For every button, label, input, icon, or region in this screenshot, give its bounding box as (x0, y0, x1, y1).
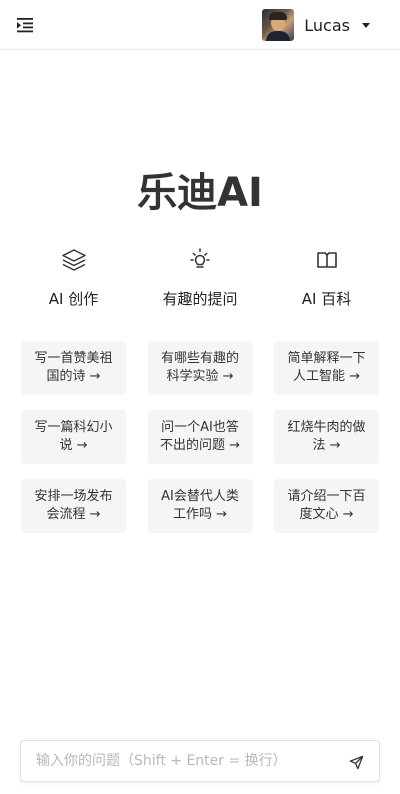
prompt-card[interactable]: 请介绍一下百度文心 → (274, 479, 379, 533)
prompt-card[interactable]: 安排一场发布会流程 → (21, 479, 126, 533)
column-ai-encyclopedia: AI 百科 简单解释一下人工智能 → 红烧牛肉的做法 → 请介绍一下百度文心 → (274, 246, 379, 548)
bulb-icon (186, 246, 214, 274)
prompt-card[interactable]: 红烧牛肉的做法 → (274, 410, 379, 464)
column-fun-questions: 有趣的提问 有哪些有趣的科学实验 → 问一个AI也答不出的问题 → AI会替代人… (147, 246, 253, 548)
user-menu[interactable]: Lucas (262, 9, 370, 41)
book-icon (313, 246, 341, 274)
send-icon[interactable] (347, 753, 365, 771)
menu-fold-icon[interactable] (14, 14, 36, 36)
column-title: 有趣的提问 (162, 290, 238, 308)
caret-down-icon (362, 22, 370, 28)
avatar (262, 9, 295, 41)
question-input[interactable] (21, 741, 341, 781)
prompt-card[interactable]: 问一个AI也答不出的问题 → (147, 410, 253, 464)
prompt-card[interactable]: 有哪些有趣的科学实验 → (147, 341, 253, 395)
user-name: Lucas (304, 15, 350, 35)
layers-icon (60, 246, 88, 274)
prompt-card[interactable]: 写一首赞美祖国的诗 → (21, 341, 126, 395)
prompt-card[interactable]: 写一篇科幻小说 → (21, 410, 126, 464)
prompt-card[interactable]: AI会替代人类工作吗 → (147, 479, 253, 533)
column-ai-creation: AI 创作 写一首赞美祖国的诗 → 写一篇科幻小说 → 安排一场发布会流程 → (21, 246, 126, 548)
question-input-box (20, 740, 380, 782)
prompt-card[interactable]: 简单解释一下人工智能 → (274, 341, 379, 395)
prompt-columns: AI 创作 写一首赞美祖国的诗 → 写一篇科幻小说 → 安排一场发布会流程 → … (21, 246, 379, 548)
page-title: 乐迪AI (137, 170, 263, 216)
column-title: AI 百科 (301, 290, 352, 308)
column-title: AI 创作 (48, 290, 99, 308)
top-bar: Lucas (0, 0, 400, 50)
